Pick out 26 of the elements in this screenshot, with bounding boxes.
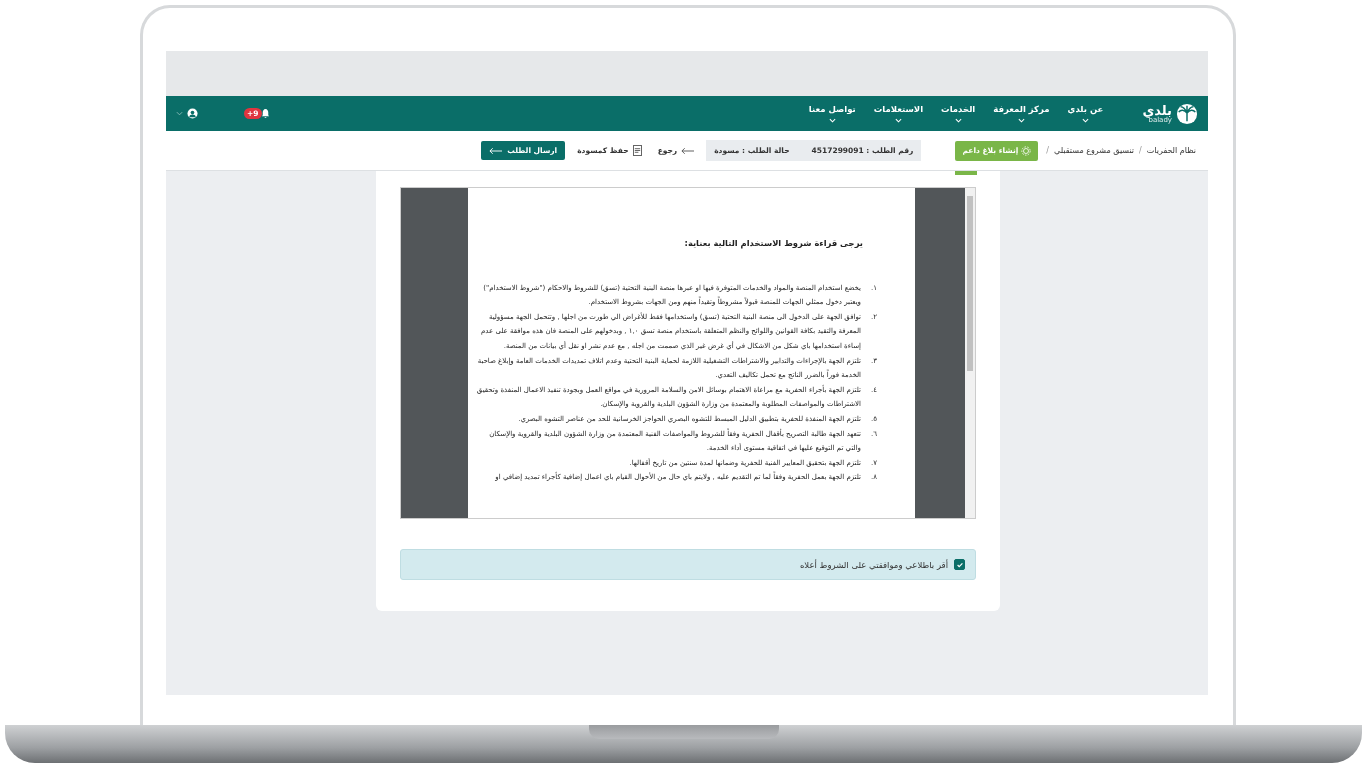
arrow-left-icon [681,146,695,155]
chevron-down-icon [894,118,902,123]
agreement-label: أقر باطلاعي وموافقتي على الشروط أعلاه [799,559,948,570]
breadcrumb-separator: / [1046,146,1050,155]
arrow-left-icon [489,146,503,155]
breadcrumb-link[interactable]: نظام الحفريات [1146,146,1196,155]
nav-menu-item[interactable]: الاستعلامات [864,104,933,123]
chevron-down-icon [828,118,836,123]
palm-logo-icon [1176,102,1198,125]
document-icon [632,145,642,156]
nav-menu-item[interactable]: عن بلدي [1058,104,1113,123]
chevron-down-icon [954,118,962,123]
checkmark-icon [955,560,964,569]
breadcrumb-separator: / [1139,146,1142,155]
chevron-down-icon [1017,118,1025,123]
agreement-checkbox[interactable] [954,559,965,570]
terms-heading: يرجى قراءة شروط الاستخدام التالية بعناية: [683,237,863,251]
gear-icon [1021,145,1032,156]
breadcrumb-link[interactable]: تنسيق مشروع مستقبلي [1054,146,1135,155]
nav-menu-item[interactable]: مركز المعرفة [984,104,1059,123]
logo-text: بلدي [1142,103,1172,117]
nav-menu-item[interactable]: تواصل معنا [799,104,865,123]
chevron-down-icon [1082,118,1089,123]
user-avatar-icon[interactable] [187,108,198,119]
scrollbar[interactable] [965,188,975,518]
nav-menu-item[interactable]: الخدمات [932,104,985,123]
